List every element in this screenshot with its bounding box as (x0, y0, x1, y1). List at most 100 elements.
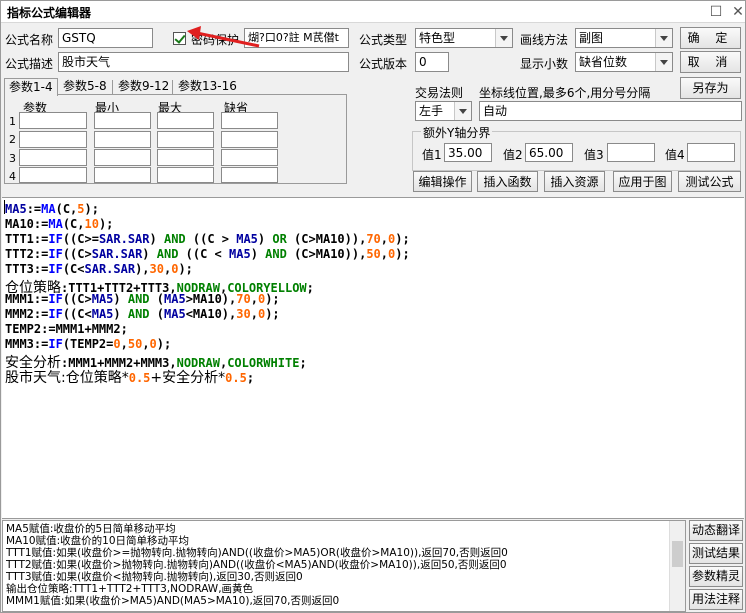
code-token: , (250, 292, 258, 306)
y-value-2-input[interactable]: 65.00 (525, 143, 573, 162)
formula-desc-label: 公式描述 (5, 57, 54, 71)
y-value-3-input[interactable] (607, 143, 655, 162)
test-formula-button[interactable]: 测试公式 (678, 171, 741, 192)
code-line: TTT2:=IF((C>SAR.SAR) AND ((C < MA5) AND … (5, 247, 410, 261)
param-2-max[interactable] (157, 131, 214, 148)
insert-function-button[interactable]: 插入函数 (477, 171, 538, 192)
code-line: MMM2:=IF((C<MA5) AND (MA5<MA10),30,0); (5, 307, 280, 321)
code-token: MA (41, 202, 56, 216)
coord-line-label: 坐标线位置,最多6个,用分号分隔 (479, 86, 651, 100)
tab-divider (172, 80, 173, 94)
tab-params-9-12[interactable]: 参数9-12 (114, 78, 173, 95)
param-wizard-button[interactable]: 参数精灵 (689, 566, 743, 587)
code-token: 50 (127, 337, 143, 351)
formula-name-input[interactable]: GSTQ (58, 28, 153, 48)
param-3-min[interactable] (94, 149, 151, 166)
maximize-icon[interactable]: ☐ (705, 2, 727, 22)
code-token: MMM3:= (5, 337, 49, 351)
param-3-default[interactable] (221, 149, 278, 166)
password-checkbox[interactable] (173, 32, 186, 45)
formula-type-select[interactable]: 特色型 (415, 28, 513, 48)
extra-y-axis-title: 额外Y轴分界 (421, 124, 493, 141)
param-3-max[interactable] (157, 149, 214, 166)
formula-type-label: 公式类型 (359, 33, 408, 47)
code-token: 0.5 (128, 371, 151, 385)
code-token: 0 (113, 337, 121, 351)
usage-notes-button[interactable]: 用法注释 (689, 589, 743, 610)
code-token: MA10:= (5, 217, 49, 231)
code-token: MA5 (164, 307, 186, 321)
code-token: <MA10), (185, 307, 237, 321)
y-value-4-input[interactable] (687, 143, 735, 162)
code-token: MA5 (164, 292, 186, 306)
code-token: AND (265, 247, 287, 261)
param-2-min[interactable] (94, 131, 151, 148)
code-token: ) (142, 247, 157, 261)
formula-version-input[interactable]: 0 (415, 52, 449, 72)
param-1-min[interactable] (94, 112, 151, 129)
scrollbar-thumb[interactable] (672, 541, 683, 567)
window-title: 指标公式编辑器 (7, 6, 92, 20)
param-4-min[interactable] (94, 167, 151, 183)
ok-button[interactable]: 确 定 (680, 27, 741, 49)
code-token: IF (48, 232, 63, 246)
formula-name-label: 公式名称 (5, 33, 54, 47)
edit-ops-button[interactable]: 编辑操作 (413, 171, 472, 192)
code-line: 股市天气:仓位策略*0.5+安全分析*0.5; (5, 367, 254, 387)
save-as-button[interactable]: 另存为 (680, 77, 741, 99)
code-token: AND (163, 232, 186, 246)
insert-resource-button[interactable]: 插入资源 (544, 171, 605, 192)
cancel-button[interactable]: 取 消 (680, 51, 741, 73)
tab-params-13-16[interactable]: 参数13-16 (174, 78, 241, 95)
code-token: , (120, 337, 128, 351)
decimals-select[interactable]: 缺省位数 (575, 52, 673, 72)
code-token: IF (48, 262, 63, 276)
dynamic-translate-button[interactable]: 动态翻译 (689, 520, 743, 541)
tab-params-1-4[interactable]: 参数1-4 (4, 78, 58, 96)
param-1-max[interactable] (157, 112, 214, 129)
code-token: MA5 (91, 292, 114, 306)
coord-line-input[interactable]: 自动 (479, 101, 742, 121)
trade-rule-select[interactable]: 左手 (415, 101, 472, 121)
password-input[interactable]: 煳?口0?註 M芪僣t (244, 28, 349, 48)
code-token: ( (149, 307, 164, 321)
code-token: SAR.SAR (98, 232, 150, 246)
close-icon[interactable]: ✕ (727, 2, 746, 22)
param-1-name[interactable] (19, 112, 87, 129)
trade-rule-label: 交易法则 (415, 86, 464, 100)
output-scrollbar[interactable] (669, 521, 685, 611)
trade-rule-value: 左手 (419, 104, 444, 118)
code-token: ((C> (62, 292, 92, 306)
param-4-name[interactable] (19, 167, 87, 183)
translation-output[interactable]: MA5赋值:收盘价的5日简单移动平均 MA10赋值:收盘价的10日简单移动平均 TT… (2, 520, 686, 612)
code-token: AND (156, 247, 179, 261)
param-row-number: 4 (9, 170, 16, 183)
y-value-1-label: 值1 (422, 148, 442, 162)
formula-code-editor[interactable]: MA5:=MA(C,5); MA10:=MA(C,10); TTT1:=IF((C>… (2, 197, 744, 519)
param-2-default[interactable] (221, 131, 278, 148)
chevron-down-icon (454, 102, 471, 120)
draw-method-select[interactable]: 副图 (575, 28, 673, 48)
param-row-number: 2 (9, 133, 16, 146)
apply-to-chart-button[interactable]: 应用于图 (613, 171, 672, 192)
tab-params-5-8[interactable]: 参数5-8 (59, 78, 111, 95)
code-token: 70 (366, 232, 381, 246)
param-3-name[interactable] (19, 149, 87, 166)
y-value-2-label: 值2 (503, 148, 523, 162)
code-token: := (26, 202, 42, 216)
decimals-label: 显示小数 (520, 57, 569, 71)
code-token: IF (48, 292, 63, 306)
param-4-max[interactable] (157, 167, 214, 183)
code-token: ); (156, 337, 172, 351)
formula-desc-input[interactable]: 股市天气 (58, 52, 349, 72)
code-token: OR (272, 232, 287, 246)
param-2-name[interactable] (19, 131, 87, 148)
chevron-down-icon (655, 29, 672, 47)
code-token: ) (113, 292, 128, 306)
code-token: (C< (62, 262, 85, 276)
param-1-default[interactable] (221, 112, 278, 129)
test-result-button[interactable]: 测试结果 (689, 543, 743, 564)
output-line: TTT1赋值:如果(收盘价>=抛物转向.抛物转向)AND((收盘价>MA5)OR… (6, 547, 508, 559)
param-4-default[interactable] (221, 167, 278, 183)
y-value-1-input[interactable]: 35.00 (444, 143, 492, 162)
